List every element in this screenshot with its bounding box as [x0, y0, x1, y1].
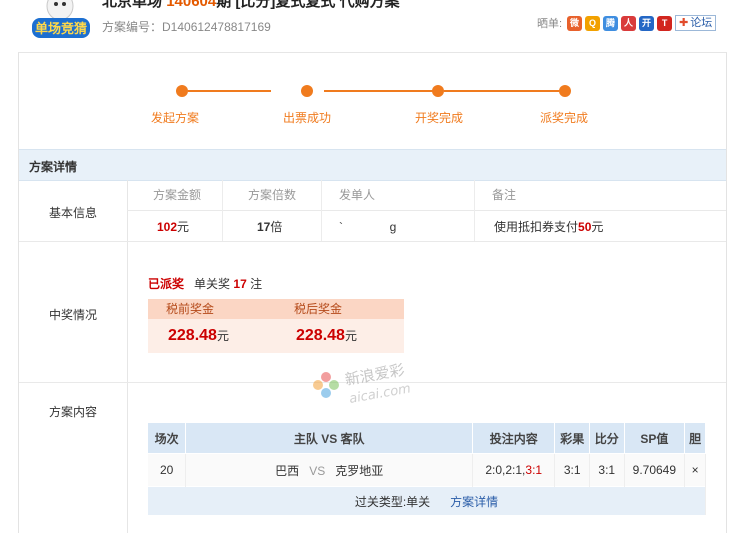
issuer-header: 发单人	[339, 188, 376, 202]
footer-cell: 过关类型:单关 方案详情	[148, 486, 706, 515]
win-status: 已派奖 单关奖 17 注	[148, 277, 263, 291]
multiple-value: 17倍	[257, 220, 283, 234]
col-sp: SP值	[624, 423, 686, 454]
row-divider	[127, 210, 726, 211]
danchang-logo: 单场竞猜	[32, 0, 90, 38]
plan-panel: 发起方案 出票成功 开奖完成 派奖完成 方案详情 基本信息 方案金额 方案倍数 …	[18, 52, 727, 533]
share-label: 晒单:	[537, 18, 563, 30]
cell-divider	[222, 180, 223, 241]
win-info-label: 中奖情况	[48, 308, 97, 322]
progress-steps: 发起方案 出票成功 开奖完成 派奖完成	[19, 53, 726, 149]
col-score: 比分	[589, 423, 625, 454]
plan-content-label: 方案内容	[48, 405, 97, 419]
remark-header: 备注	[492, 188, 517, 202]
result-cell: 3:1	[554, 453, 590, 487]
aicai-watermark: 新浪爱彩 aicai.com	[313, 363, 412, 407]
step-dot	[301, 85, 313, 97]
cell-divider	[474, 180, 475, 241]
page-header: 单场竞猜 北京单场 140604期 [比分]复式复式 代购方案 方案编号：D14…	[0, 0, 747, 52]
col-bet: 投注内容	[472, 423, 556, 454]
remark-value: 使用抵扣券支付50元	[494, 220, 604, 234]
step-connector	[444, 90, 559, 92]
bet-table: 场次 主队 VS 客队 投注内容 彩果 比分 SP值 胆 20 巴西 VS 克罗…	[148, 423, 706, 515]
pre-tax-value: 228.48元	[148, 319, 276, 353]
bet-table-header: 场次 主队 VS 客队 投注内容 彩果 比分 SP值 胆	[148, 423, 706, 454]
pass-type: 过关类型:单关	[354, 494, 431, 509]
label-divider	[127, 180, 128, 533]
page-title: 北京单场 140604期 [比分]复式复式 代购方案	[102, 0, 400, 10]
step-dot	[432, 85, 444, 97]
step-label: 派奖完成	[540, 111, 589, 125]
share-douban-icon[interactable]: T	[657, 15, 673, 31]
plan-number: 方案编号：D140612478817169	[102, 20, 271, 34]
step-connector	[324, 90, 434, 92]
col-teams: 主队 VS 客队	[185, 423, 474, 454]
prize-box: 税前奖金 税后奖金 228.48元 228.48元	[148, 299, 404, 353]
basic-info-label: 基本信息	[48, 206, 97, 220]
forum-link[interactable]: ✚ 论坛	[675, 15, 717, 31]
row-divider	[19, 241, 726, 242]
pre-tax-header: 税前奖金	[148, 299, 276, 319]
issuer-value: ` g	[339, 220, 397, 234]
score-cell: 3:1	[589, 453, 625, 487]
step-label: 发起方案	[151, 111, 200, 125]
table-footer: 过关类型:单关 方案详情	[148, 486, 706, 515]
teams-cell: 巴西 VS 克罗地亚	[185, 453, 474, 487]
post-tax-header: 税后奖金	[276, 299, 404, 319]
forum-icon: ✚	[679, 17, 689, 29]
multiple-header: 方案倍数	[248, 188, 297, 202]
svg-text:单场竞猜: 单场竞猜	[35, 21, 87, 37]
sp-cell: 9.70649	[624, 453, 686, 487]
step-label: 开奖完成	[415, 111, 464, 125]
share-renren-icon[interactable]: 人	[621, 15, 637, 31]
step-dot	[176, 85, 188, 97]
plan-detail-link[interactable]: 方案详情	[450, 495, 498, 509]
bet-content: 2:0,2:1,3:1	[472, 453, 556, 487]
col-result: 彩果	[554, 423, 590, 454]
match-no: 20	[148, 453, 187, 487]
share-qzone-icon[interactable]: Q	[585, 15, 601, 31]
share-tencent-icon[interactable]: 腾	[603, 15, 619, 31]
col-match-no: 场次	[148, 423, 187, 454]
share-bar: 晒单: 微 Q 腾 人 开 T ✚ 论坛	[537, 15, 717, 31]
share-weibo-icon[interactable]: 微	[567, 15, 583, 31]
amount-value: 102元	[157, 220, 190, 234]
post-tax-value: 228.48元	[276, 319, 404, 353]
section-title: 方案详情	[29, 160, 78, 174]
step-label: 出票成功	[283, 111, 332, 125]
step-dot	[559, 85, 571, 97]
banker-cell: ×	[684, 453, 706, 487]
amount-header: 方案金额	[153, 188, 202, 202]
share-kaixin-icon[interactable]: 开	[639, 15, 655, 31]
step-connector	[188, 90, 271, 92]
cell-divider	[321, 180, 322, 241]
col-banker: 胆	[684, 423, 706, 454]
table-row: 20 巴西 VS 克罗地亚 2:0,2:1,3:1 3:1 3:1 9.7064…	[148, 453, 706, 487]
section-header: 方案详情	[19, 149, 726, 181]
